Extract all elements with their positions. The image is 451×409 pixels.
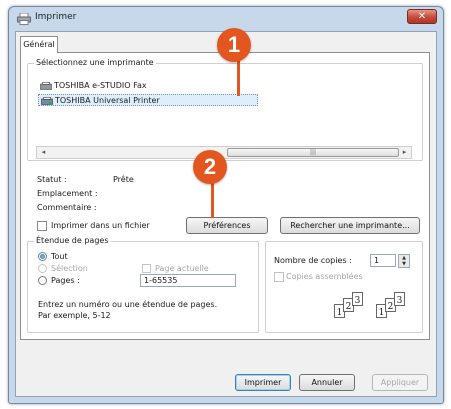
tab-panel-general: Sélectionnez une imprimante TOSHIBA e-ST… [20, 52, 430, 340]
copies-spinner[interactable]: ▲ ▼ [398, 254, 410, 268]
copies-group: Nombre de copies : 1 ▲ ▼ Copies assemblée… [265, 241, 423, 333]
printer-icon [41, 97, 53, 105]
collate-preview-icon: 1 2 3 [376, 292, 416, 322]
status-label: Statut : [37, 175, 67, 184]
tab-general[interactable]: Général [20, 36, 58, 53]
comment-label: Commentaire : [37, 203, 97, 212]
range-current-label: Page actuelle [155, 264, 209, 273]
title-bar[interactable]: Imprimer ✕ [9, 7, 443, 31]
range-pages-label: Pages : [51, 276, 80, 285]
printer-icon [17, 13, 31, 25]
range-all-radio[interactable] [38, 252, 47, 261]
scrollbar-thumb[interactable]: ||| [227, 148, 399, 157]
print-dialog: Imprimer ✕ Général Sélectionnez une impr… [8, 6, 444, 404]
printer-item-fax[interactable]: TOSHIBA e-STUDIO Fax [38, 80, 147, 92]
printer-select-label: Sélectionnez une imprimante [34, 58, 156, 67]
preferences-button[interactable]: Préférences [186, 217, 268, 234]
status-value: Prête [113, 175, 134, 184]
print-to-file-label: Imprimer dans un fichier [51, 221, 150, 230]
callout-2-badge: 2 [193, 150, 227, 184]
print-to-file-checkbox[interactable] [37, 221, 47, 231]
window-title: Imprimer [35, 12, 77, 22]
printer-name: TOSHIBA e-STUDIO Fax [54, 81, 147, 90]
page-range-label: Étendue de pages [34, 236, 111, 245]
apply-button: Appliquer [372, 374, 428, 391]
preferences-button-label: Préférences [203, 221, 251, 230]
find-printer-button-label: Rechercher une imprimante... [290, 221, 410, 230]
scroll-left-icon[interactable]: ◂ [37, 147, 50, 158]
dialog-body: Général Sélectionnez une imprimante TOSH… [15, 31, 437, 397]
range-selection-label: Sélection [51, 264, 88, 273]
range-all-label: Tout [51, 252, 68, 261]
apply-button-label: Appliquer [380, 378, 420, 387]
print-button-label: Imprimer [244, 378, 282, 387]
collate-preview-icon: 1 2 3 [334, 292, 374, 322]
pages-input[interactable]: 1-65535 [140, 274, 236, 287]
cancel-button[interactable]: Annuler [299, 374, 355, 391]
print-button[interactable]: Imprimer [235, 374, 291, 391]
range-current-checkbox [142, 264, 151, 273]
printer-list[interactable]: TOSHIBA e-STUDIO Fax TOSHIBA Universal P… [36, 74, 412, 152]
printer-name: TOSHIBA Universal Printer [55, 96, 160, 105]
fax-printer-icon [40, 82, 52, 90]
find-printer-button[interactable]: Rechercher une imprimante... [280, 217, 420, 234]
scroll-right-icon[interactable]: ▸ [398, 147, 411, 158]
copies-label: Nombre de copies : [274, 256, 352, 265]
close-button[interactable]: ✕ [407, 9, 437, 24]
collate-checkbox [274, 272, 284, 282]
page-range-group: Étendue de pages Tout Sélection Page act… [27, 236, 259, 333]
tab-general-label: Général [23, 40, 55, 49]
copies-input[interactable]: 1 [370, 254, 396, 267]
location-label: Emplacement : [37, 189, 98, 198]
collate-label: Copies assemblées [286, 272, 363, 281]
cancel-button-label: Annuler [311, 378, 343, 387]
printer-item-universal[interactable]: TOSHIBA Universal Printer [38, 94, 258, 106]
range-selection-radio [38, 264, 47, 273]
range-pages-radio[interactable] [38, 276, 47, 285]
close-icon: ✕ [417, 11, 427, 22]
callout-1-badge: 1 [217, 28, 251, 62]
range-help-line2: Par exemple, 5-12 [38, 311, 111, 320]
printer-select-group: Sélectionnez une imprimante TOSHIBA e-ST… [27, 58, 423, 161]
range-help-line1: Entrez un numéro ou une étendue de pages… [38, 300, 218, 309]
